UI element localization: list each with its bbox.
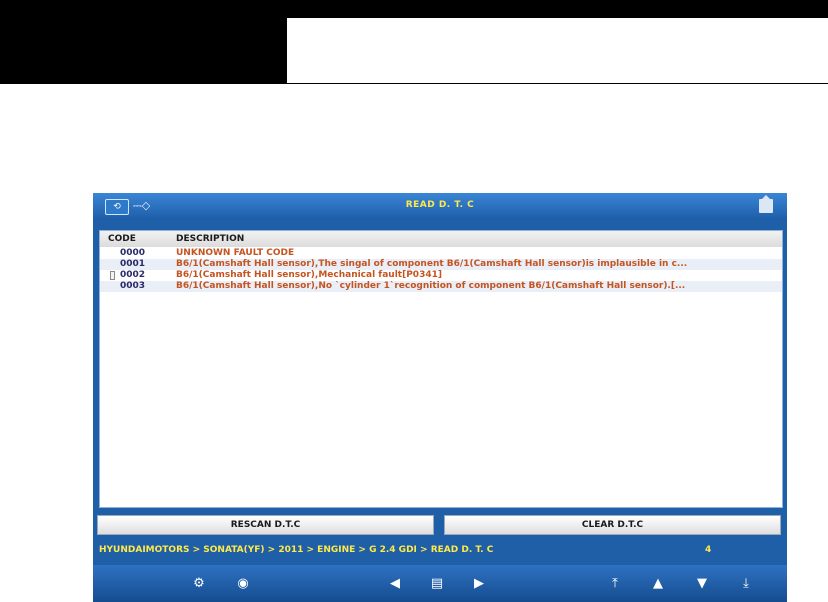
home-icon[interactable]	[759, 195, 773, 213]
table-row[interactable]: 0000 UNKNOWN FAULT CODE	[100, 248, 782, 259]
description-column-header: DESCRIPTION	[176, 234, 245, 244]
print-icon[interactable]: ▤	[429, 576, 445, 592]
bottom-toolbar: ⚙ ◉ ◀ ▤ ▶ ⤒ ▲ ▼ ⤓	[93, 565, 787, 602]
back-arrow-icon[interactable]: ◀	[387, 576, 403, 592]
row-selection-marker-icon	[110, 271, 115, 280]
page-down-icon[interactable]: ▼	[694, 576, 710, 592]
page-top-icon[interactable]: ⤒	[607, 576, 623, 592]
dtc-code: 0001	[120, 259, 146, 269]
top-rule-line	[287, 83, 828, 84]
diagnostic-screen: ⟲ ⎓◇ READ D. T. C CODE DESCRIPTION 0000 …	[93, 193, 787, 602]
dtc-code: 0000	[120, 248, 146, 258]
table-row[interactable]: 0002 B6/1(Camshaft Hall sensor),Mechanic…	[100, 270, 782, 281]
dtc-list-panel: CODE DESCRIPTION 0000 UNKNOWN FAULT CODE…	[99, 230, 783, 508]
page-up-icon[interactable]: ▲	[650, 576, 666, 592]
code-column-header: CODE	[108, 234, 136, 244]
dtc-description: UNKNOWN FAULT CODE	[176, 248, 295, 258]
title-bar: ⟲ ⎓◇ READ D. T. C	[93, 193, 787, 220]
table-row[interactable]: 0003 B6/1(Camshaft Hall sensor),No `cyli…	[100, 281, 782, 292]
dtc-code: 0002	[120, 270, 146, 280]
clear-dtc-button[interactable]: CLEAR D.T.C	[444, 515, 781, 535]
settings-icon[interactable]: ⚙	[191, 576, 207, 592]
dtc-description: B6/1(Camshaft Hall sensor),No `cylinder …	[176, 281, 686, 291]
record-icon[interactable]: ◉	[235, 576, 251, 592]
page-bottom-icon[interactable]: ⤓	[738, 576, 754, 592]
rescan-dtc-button[interactable]: RESCAN D.T.C	[97, 515, 434, 535]
breadcrumb: HYUNDAIMOTORS > SONATA(YF) > 2011 > ENGI…	[99, 545, 494, 555]
forward-arrow-icon[interactable]: ▶	[471, 576, 487, 592]
page-title: READ D. T. C	[405, 200, 475, 210]
dtc-count: 4	[705, 545, 712, 555]
dtc-description: B6/1(Camshaft Hall sensor),Mechanical fa…	[176, 270, 442, 280]
table-header: CODE DESCRIPTION	[100, 231, 782, 247]
top-left-black-block	[0, 0, 287, 84]
table-row[interactable]: 0001 B6/1(Camshaft Hall sensor),The sing…	[100, 259, 782, 270]
dtc-description: B6/1(Camshaft Hall sensor),The singal of…	[176, 259, 688, 269]
dtc-code: 0003	[120, 281, 146, 291]
